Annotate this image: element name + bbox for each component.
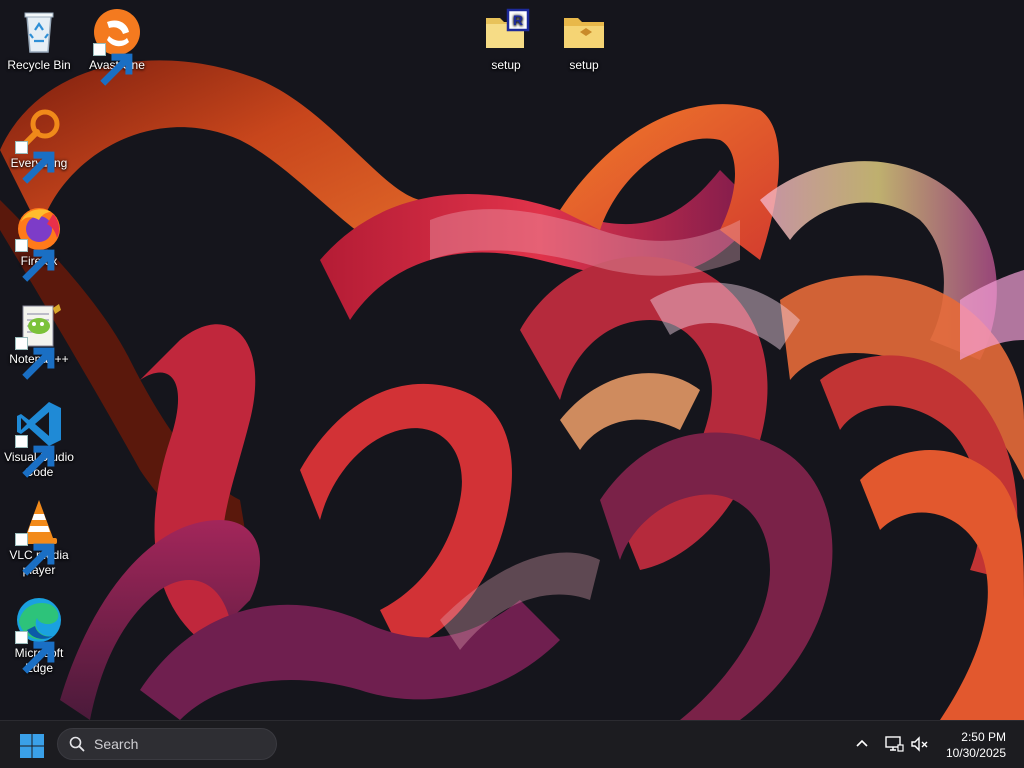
desktop-icon-firefox[interactable]: Firefox [1, 204, 77, 282]
shortcut-arrow-icon [15, 141, 55, 184]
network-status-button[interactable] [884, 734, 904, 754]
svg-text:R: R [513, 12, 523, 28]
show-hidden-icons-button[interactable] [852, 734, 872, 754]
desktop-icon-label: setup [569, 58, 599, 72]
vlc-icon [15, 498, 63, 576]
firefox-icon [15, 204, 63, 282]
desktop-icon-notepad-plus-plus[interactable]: Notepad++ [1, 302, 77, 380]
shortcut-arrow-icon [93, 43, 133, 86]
desktop-wallpaper [0, 0, 1024, 720]
taskbar: Search 2:50 PM 10/30/2025 [0, 720, 1024, 768]
network-icon [885, 736, 904, 752]
desktop-icon-edge[interactable]: Microsoft Edge [1, 596, 77, 676]
everything-search-icon [15, 106, 63, 184]
desktop-icon-label: setup [491, 58, 521, 72]
clock-time: 2:50 PM [961, 730, 1006, 744]
chevron-up-icon [856, 739, 868, 747]
volume-button[interactable] [910, 734, 930, 754]
recycle-bin-icon [15, 8, 63, 56]
desktop-icon-avast-one[interactable]: Avast One [79, 8, 155, 86]
shortcut-arrow-icon [15, 533, 55, 576]
shortcut-arrow-icon [15, 337, 55, 380]
desktop-icon-recycle-bin[interactable]: Recycle Bin [1, 8, 77, 73]
system-clock[interactable]: 2:50 PM 10/30/2025 [946, 729, 1006, 761]
notepad-plus-plus-icon [15, 302, 63, 380]
search-placeholder: Search [94, 736, 139, 752]
folder-icon [560, 8, 608, 56]
volume-muted-icon [911, 736, 928, 752]
desktop-icon-label: Recycle Bin [7, 58, 71, 72]
folder-icon: R [482, 8, 530, 56]
desktop-icon-setup-2[interactable]: setup [546, 8, 622, 73]
clock-date: 10/30/2025 [945, 746, 1006, 760]
avast-one-icon [93, 8, 141, 86]
desktop-icon-vlc[interactable]: VLC media player [1, 498, 77, 578]
shortcut-arrow-icon [15, 435, 55, 478]
windows-logo-icon [20, 734, 44, 758]
desktop-icon-vscode[interactable]: Visual Studio Code [1, 400, 77, 480]
taskbar-search-box[interactable]: Search [57, 728, 277, 760]
start-button[interactable] [18, 732, 46, 760]
desktop-icon-everything[interactable]: Everything [1, 106, 77, 184]
vscode-icon [15, 400, 63, 478]
shortcut-arrow-icon [15, 239, 55, 282]
search-icon [69, 736, 85, 752]
shortcut-arrow-icon [15, 631, 55, 674]
desktop-icon-setup-1[interactable]: R setup [468, 8, 544, 73]
edge-icon [15, 596, 63, 674]
